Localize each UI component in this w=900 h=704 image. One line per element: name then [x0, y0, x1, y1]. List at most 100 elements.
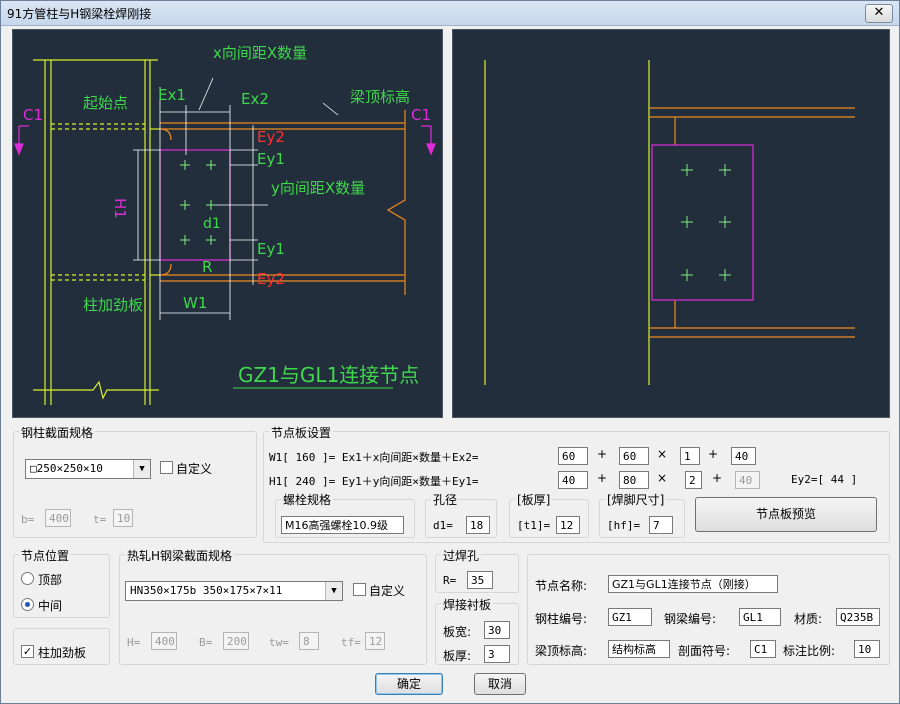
beam-tw-field[interactable]: 8 [299, 632, 319, 650]
beam-elev-label: 梁顶标高: [535, 644, 588, 658]
plate-preview-button[interactable]: 节点板预览 [695, 497, 877, 532]
section-symbol-label: 剖面符号: [678, 644, 731, 658]
position-middle-radio[interactable] [21, 598, 34, 611]
column-custom-checkbox[interactable] [160, 461, 173, 474]
backing-width-field[interactable]: 30 [484, 621, 510, 639]
beam-b-field[interactable]: 200 [223, 632, 249, 650]
section-c1-left: C1 [23, 106, 43, 124]
position-top-label: 顶部 [38, 573, 63, 587]
backing-label: 焊接衬板 [441, 596, 494, 613]
w-spacing-field[interactable]: 60 [619, 447, 649, 465]
beam-section-select[interactable]: HN350×175b 350×175×7×11 ▼ [125, 581, 343, 601]
beam-h-field[interactable]: 400 [151, 632, 177, 650]
beam-section-label: 热轧H钢梁截面规格 [125, 547, 235, 564]
ey2-bottom-label: Ey2 [257, 270, 285, 288]
beam-b-label: B= [199, 636, 213, 649]
ok-button[interactable]: 确定 [375, 673, 443, 695]
bolt-group [180, 160, 216, 245]
w1-label: W1 [183, 294, 207, 312]
section-drawing [484, 60, 855, 385]
hf-field[interactable]: 7 [649, 516, 673, 534]
section-symbol-field[interactable]: C1 [750, 640, 776, 658]
beam-custom-checkbox[interactable] [353, 583, 366, 596]
scale-label: 标注比例: [783, 644, 836, 658]
h1-formula: H1[ 240 ]= Ey1＋y向间距×数量＋Ey1= [269, 475, 479, 488]
chevron-down-icon[interactable]: ▼ [325, 582, 342, 600]
beam-h-label: H= [127, 636, 141, 649]
column-no-field[interactable]: GZ1 [608, 608, 652, 626]
r-field[interactable]: 35 [467, 571, 493, 589]
plate-thick-label: [板厚] [515, 491, 553, 508]
dimension-lines [133, 77, 339, 320]
column-t-field[interactable]: 10 [113, 509, 133, 527]
section-drawing-canvas [452, 29, 890, 418]
title-bar: 91方管柱与H钢梁栓焊刚接 ✕ [1, 1, 899, 26]
stiffener-check-label: 柱加劲板 [38, 646, 87, 660]
w-count-field[interactable]: 1 [680, 447, 700, 465]
hole-label: 孔径 [431, 491, 460, 508]
t1-field[interactable]: 12 [556, 516, 580, 534]
ey1-bottom-label: Ey1 [257, 240, 285, 258]
w-ex2-field[interactable]: 40 [731, 447, 756, 465]
column-b-field[interactable]: 400 [45, 509, 71, 527]
beam-elev-field[interactable]: 结构标高 [608, 640, 670, 658]
beam-no-label: 钢梁编号: [664, 612, 717, 626]
times-sign-2: × [657, 471, 668, 485]
column-t-label: t= [93, 513, 107, 526]
section-c1-right: C1 [411, 106, 431, 124]
times-sign-1: × [657, 447, 668, 461]
h-count-field[interactable]: 2 [685, 471, 702, 489]
d1-field-label: d1= [433, 519, 453, 532]
ey1-top-label: Ey1 [257, 150, 285, 168]
column-section-lines [484, 60, 650, 385]
node-name-label: 节点名称: [535, 579, 588, 593]
material-field[interactable]: Q235B [836, 608, 880, 626]
material-label: 材质: [794, 612, 823, 626]
position-middle-label: 中间 [38, 599, 63, 613]
drawing-caption: GZ1与GL1连接节点 [238, 363, 419, 387]
beam-section-lines [649, 107, 855, 338]
scale-field[interactable]: 10 [854, 640, 880, 658]
section-gusset-plate [651, 144, 754, 301]
plus-sign-4: + [712, 471, 723, 485]
stiffener-label: 柱加劲板 [83, 296, 143, 314]
bolt-spec-label: 螺栓规格 [281, 491, 334, 508]
window-title: 91方管柱与H钢梁栓焊刚接 [7, 7, 152, 21]
drawing-labels: 起始点 x向间距X数量 Ex1 Ex2 梁顶标高 C1 C1 Ey2 Ey1 y… [23, 44, 431, 387]
stiffener-checkbox[interactable]: ✓ [21, 645, 34, 658]
hf-field-label: [hf]= [607, 519, 641, 532]
bolt-spec-field[interactable]: M16高强螺栓10.9级 [281, 516, 404, 534]
chevron-down-icon[interactable]: ▼ [133, 460, 150, 478]
h-ey1-field[interactable]: 40 [558, 471, 588, 489]
column-custom-label: 自定义 [176, 462, 213, 476]
h-spacing-field[interactable]: 80 [619, 471, 649, 489]
position-top-radio[interactable] [21, 572, 34, 585]
beam-top-elev-label: 梁顶标高 [350, 88, 410, 106]
backing-thick-field[interactable]: 3 [484, 645, 510, 663]
d1-label: d1 [203, 216, 221, 232]
close-button[interactable]: ✕ [865, 4, 893, 23]
w-ex1-field[interactable]: 60 [558, 447, 588, 465]
h1-label: H1 [111, 198, 129, 219]
d1-field[interactable]: 18 [466, 516, 490, 534]
y-spacing-label: y向间距X数量 [271, 179, 365, 197]
column-section-value: □250×250×10 [30, 462, 103, 475]
beam-custom-label: 自定义 [369, 584, 406, 598]
ey2-readout: Ey2=[ 44 ] [791, 473, 858, 486]
start-point-label: 起始点 [83, 94, 128, 112]
h-ey1b-field[interactable]: 40 [735, 471, 760, 489]
plus-sign-1: + [597, 447, 608, 461]
cancel-button[interactable]: 取消 [474, 673, 526, 695]
plus-sign-3: + [597, 471, 608, 485]
column-b-label: b= [21, 513, 35, 526]
r-label: R [202, 258, 212, 276]
t1-field-label: [t1]= [517, 519, 551, 532]
node-name-field[interactable]: GZ1与GL1连接节点（刚接） [608, 575, 778, 593]
plus-sign-2: + [708, 447, 719, 461]
beam-tf-field[interactable]: 12 [365, 632, 385, 650]
column-section-label: 钢柱截面规格 [19, 424, 96, 441]
dialog-window: 91方管柱与H钢梁栓焊刚接 ✕ 起始点 x向间距X数量 Ex1 Ex2 梁顶标高… [0, 0, 900, 704]
weld-size-label: [焊脚尺寸] [605, 491, 667, 508]
beam-no-field[interactable]: GL1 [739, 608, 781, 626]
column-section-select[interactable]: □250×250×10 ▼ [25, 459, 151, 479]
